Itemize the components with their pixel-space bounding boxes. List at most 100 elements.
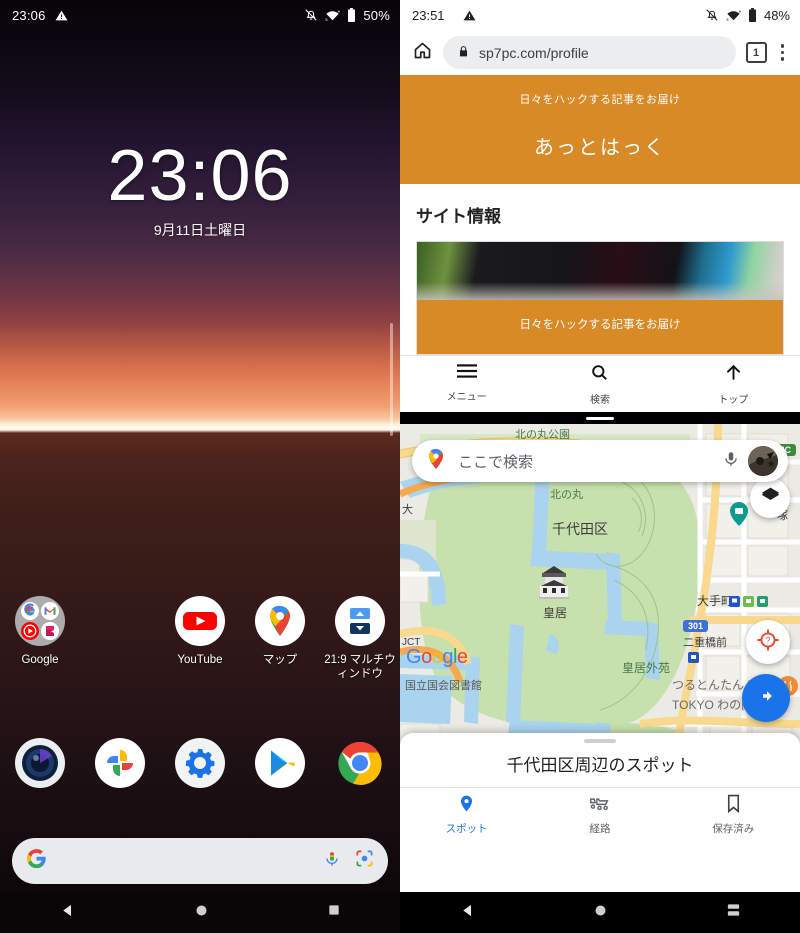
recents-lines-icon[interactable] (726, 903, 741, 922)
microphone-icon[interactable] (722, 450, 740, 473)
maps-tab-label: 経路 (589, 823, 611, 835)
maps-tab-saved[interactable]: 保存済み (667, 794, 800, 836)
app-google-folder[interactable]: Google (0, 596, 80, 682)
battery-icon (748, 8, 757, 22)
microphone-icon[interactable] (323, 850, 341, 873)
back-triangle-icon[interactable] (59, 902, 76, 924)
home-icon[interactable] (412, 40, 433, 66)
site-nav-search[interactable]: 検索 (533, 363, 666, 406)
map-directions-button[interactable] (742, 674, 790, 722)
map-label-national-diet-library: 国立国会図書館 (405, 680, 482, 692)
split-screen-divider[interactable] (400, 412, 800, 424)
site-nav-label: トップ (718, 395, 749, 406)
station-marker-green[interactable] (757, 594, 768, 607)
dock (0, 738, 400, 788)
app-maps[interactable]: マップ (240, 596, 320, 682)
google-play-icon (255, 738, 305, 788)
site-nav-top[interactable]: トップ (667, 363, 800, 406)
svg-text:s: s (726, 17, 729, 22)
maps-search-bar[interactable]: ここで検索 (412, 440, 788, 482)
google-maps-app: 北の丸公園 北の丸 大 千代田区 皇居 大手町 塚 JCT 国立国会図書館 皇居… (400, 424, 800, 843)
left-phone-home-screen: 23:06 s + (0, 0, 400, 933)
svg-text:+: + (338, 9, 341, 15)
clock-time: 23:06 (107, 136, 293, 216)
dock-photos[interactable] (80, 738, 160, 788)
dock-camera[interactable] (0, 738, 80, 788)
station-marker-alt[interactable] (743, 594, 754, 607)
camera-icon (15, 738, 65, 788)
home-circle-icon[interactable] (194, 903, 209, 923)
card-photo (417, 242, 783, 300)
maps-tab-label: 保存済み (712, 823, 755, 835)
app-label: Google (21, 654, 59, 666)
multi-window-icon (335, 596, 385, 646)
settings-gear-icon (175, 738, 225, 788)
map-label-chiyoda-ku: 千代田区 (552, 521, 608, 537)
warning-triangle-icon (463, 9, 476, 22)
maps-bottom-sheet[interactable]: 千代田区周辺のスポット スポット 経路 保存済み (400, 733, 800, 843)
map-poi-pin[interactable] (730, 502, 748, 526)
map-layers-button[interactable] (750, 478, 790, 518)
site-info-card[interactable]: 日々をハックする記事をお届け (416, 241, 784, 355)
right-status-bar: 23:51 s + (400, 0, 800, 30)
google-photos-icon (95, 738, 145, 788)
card-caption: 日々をハックする記事をお届け (417, 300, 783, 354)
right-phone-split-screen: 23:51 s + (400, 0, 800, 933)
svg-text:s: s (326, 17, 329, 22)
left-status-time: 23:06 (12, 7, 46, 23)
clock-widget[interactable]: 23:06 9月11日土曜日 (0, 140, 400, 240)
recents-square-icon[interactable] (327, 903, 341, 922)
station-marker-nijubashimae[interactable] (688, 650, 699, 663)
maps-tab-routes[interactable]: 経路 (533, 794, 666, 836)
kebab-menu-icon[interactable] (777, 44, 789, 61)
search-icon (590, 363, 609, 387)
lock-icon (457, 45, 470, 61)
map-locate-button[interactable]: ? (746, 620, 790, 664)
google-folder-icon (15, 596, 65, 646)
google-lens-icon[interactable] (355, 849, 374, 873)
app-label: YouTube (177, 654, 223, 666)
avatar[interactable] (748, 446, 778, 476)
maps-tab-label: スポット (445, 823, 488, 835)
dock-settings[interactable] (160, 738, 240, 788)
maps-search-input[interactable]: ここで検索 (458, 451, 722, 472)
url-bar[interactable]: sp7pc.com/profile (443, 36, 736, 69)
tab-count-label: 1 (752, 46, 760, 59)
site-title: あっとはっく (534, 137, 666, 159)
sheet-grabber[interactable] (584, 739, 616, 743)
directions-car-icon (589, 794, 610, 818)
svg-text:?: ? (765, 635, 770, 645)
site-bottom-nav: メニュー 検索 トップ (400, 355, 800, 412)
app-empty-slot (80, 596, 160, 682)
google-maps-icon (255, 596, 305, 646)
google-search-pill[interactable] (12, 838, 388, 884)
notifications-off-icon (705, 8, 719, 22)
right-status-time: 23:51 (412, 7, 445, 23)
warning-triangle-icon (55, 9, 68, 22)
page-indicator (390, 323, 393, 436)
back-triangle-icon[interactable] (459, 902, 476, 924)
clock-date: 9月11日土曜日 (153, 222, 247, 238)
chrome-toolbar: sp7pc.com/profile 1 (400, 30, 800, 75)
maps-tab-spots[interactable]: スポット (400, 794, 533, 836)
youtube-icon (175, 596, 225, 646)
site-body: サイト情報 日々をハックする記事をお届け (400, 184, 800, 355)
station-marker-otemachi[interactable] (729, 594, 740, 607)
battery-icon (347, 8, 356, 22)
dock-play-store[interactable] (240, 738, 320, 788)
bookmark-icon (725, 794, 742, 818)
tab-counter-button[interactable]: 1 (745, 42, 767, 63)
home-circle-icon[interactable] (593, 903, 608, 923)
app-multi-window[interactable]: 21:9 マルチウィンドウ (320, 596, 400, 682)
google-watermark: Google (406, 646, 468, 668)
dock-chrome[interactable] (320, 738, 400, 788)
arrow-up-icon (724, 363, 743, 387)
site-tagline: 日々をハックする記事をお届け (519, 94, 681, 106)
site-nav-menu[interactable]: メニュー (400, 363, 533, 406)
google-g-icon (26, 848, 47, 874)
site-nav-label: メニュー (446, 392, 487, 403)
hamburger-icon (456, 363, 477, 384)
app-youtube[interactable]: YouTube (160, 596, 240, 682)
right-battery-percent: 48% (763, 7, 790, 23)
app-label: マップ (262, 654, 298, 666)
